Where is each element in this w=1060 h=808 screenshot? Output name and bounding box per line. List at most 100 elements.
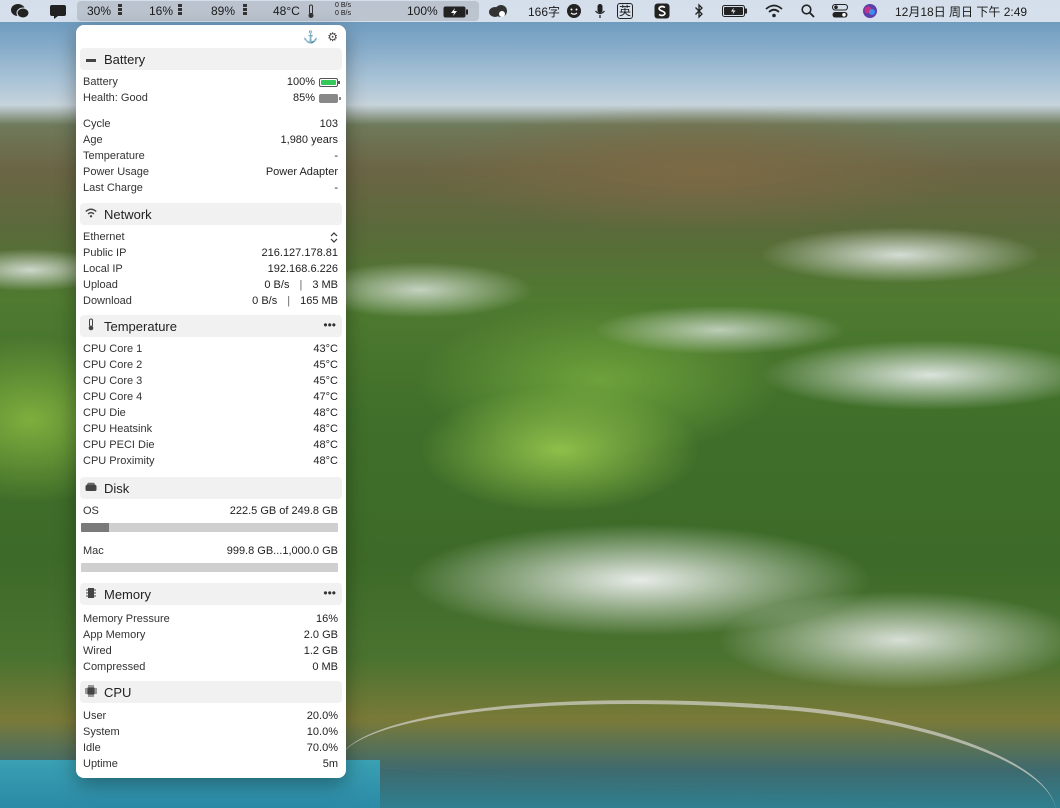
wechat-icon[interactable] (10, 0, 30, 22)
cpu-section-title: CPU (104, 684, 132, 700)
interface-row[interactable]: Ethernet (83, 229, 338, 245)
siri-icon[interactable] (862, 0, 878, 22)
sogou-icon[interactable] (654, 0, 670, 22)
download-rate: 0 B/s (252, 295, 278, 307)
memory-pressure-value: 16% (315, 613, 338, 625)
net-upload-rate: 0 B/s (335, 2, 351, 9)
temperature-sensor-row: CPU Core 3 45°C (83, 373, 338, 389)
sensor-value: 48°C (313, 455, 338, 467)
uptime-label: Uptime (83, 758, 118, 770)
cpu-idle-row: Idle 70.0% (83, 740, 338, 756)
uptime-value: 5m (322, 758, 338, 770)
disk-os-usage: 222.5 GB of 249.8 GB (229, 505, 338, 517)
cpu-user-row: User 20.0% (83, 708, 338, 724)
upload-rate: 0 B/s (264, 279, 290, 291)
battery-section-icon: ▬ (86, 53, 96, 65)
wired-memory-label: Wired (83, 645, 112, 657)
control-center-icon[interactable] (832, 0, 848, 22)
last-charge-value: - (334, 182, 338, 194)
memory-section-title: Memory (104, 586, 151, 602)
sensor-value: 47°C (313, 391, 338, 403)
battery-section-header[interactable]: ▬ Battery (80, 48, 342, 70)
memory-bars-icon (243, 4, 247, 15)
temperature-sensor-row: CPU Die 48°C (83, 405, 338, 421)
disk-section-header[interactable]: Disk (80, 477, 342, 499)
wifi-icon[interactable] (765, 0, 783, 22)
gpu-usage: 16% (149, 4, 174, 18)
net-download-rate: 0 B/s (335, 10, 351, 17)
cpu-system-value: 10.0% (306, 726, 338, 738)
compressed-memory-value: 0 MB (312, 661, 338, 673)
public-ip-row: Public IP 216.127.178.81 (83, 245, 338, 261)
sensor-name: CPU Core 3 (83, 375, 143, 387)
cpu-user-label: User (83, 710, 107, 722)
battery-percent: 100% (407, 4, 438, 18)
battery-icon[interactable] (722, 0, 748, 22)
ime-label: 英 (617, 3, 634, 19)
popover-toolbar: ⚓ ⚙ (76, 25, 346, 50)
cycle-label: Cycle (83, 118, 111, 130)
sensor-value: 45°C (313, 375, 338, 387)
age-value: 1,980 years (280, 134, 338, 146)
battery-temperature-value: - (334, 150, 338, 162)
interface-label: Ethernet (83, 231, 125, 243)
battery-value: 100% (286, 76, 315, 88)
download-row: Download 0 B/s | 165 MB (83, 293, 338, 309)
more-icon[interactable]: ••• (323, 318, 336, 332)
last-charge-label: Last Charge (83, 182, 143, 194)
cpu-bars-icon (118, 4, 122, 15)
cpu-section-header[interactable]: CPU (80, 681, 342, 703)
temperature-reading: 48°C (273, 4, 300, 18)
local-ip-value[interactable]: 192.168.6.226 (268, 261, 338, 277)
cpu-system-row: System 10.0% (83, 724, 338, 740)
stats-menu-item[interactable]: 30% 16% 89% 48°C 0 B/s 0 B/s 100% (77, 1, 479, 21)
memory-usage: 89% (211, 4, 236, 18)
cloud-icon[interactable] (487, 0, 509, 22)
stats-popover: ⚓ ⚙ ▬ Battery Battery 100% Health: Good … (76, 25, 346, 778)
temperature-section-header[interactable]: Temperature ••• (80, 315, 342, 337)
local-ip-label: Local IP (83, 263, 123, 275)
last-charge-row: Last Charge - (83, 180, 338, 196)
interface-select-chevron-icon[interactable] (330, 231, 338, 243)
sensor-name: CPU Core 4 (83, 391, 143, 403)
uptime-row: Uptime 5m (83, 756, 338, 772)
thermometer-icon (307, 4, 315, 22)
search-icon[interactable] (801, 0, 815, 22)
download-label: Download (83, 295, 132, 307)
sensor-name: CPU PECI Die (83, 439, 155, 451)
cpu-user-value: 20.0% (306, 710, 338, 722)
upload-row: Upload 0 B/s | 3 MB (83, 277, 338, 293)
anchor-icon[interactable]: ⚓ (303, 30, 318, 44)
app-memory-row: App Memory 2.0 GB (83, 627, 338, 643)
bluetooth-icon[interactable] (694, 0, 704, 22)
power-usage-value: Power Adapter (265, 166, 338, 178)
gear-icon[interactable]: ⚙ (327, 30, 338, 44)
sensor-value: 48°C (313, 439, 338, 451)
download-total: 165 MB (300, 295, 338, 307)
wifi-section-icon (84, 208, 98, 221)
network-section-header[interactable]: Network (80, 203, 342, 225)
temperature-sensor-row: CPU PECI Die 48°C (83, 437, 338, 453)
app-memory-value: 2.0 GB (303, 629, 338, 641)
temperature-sensor-row: CPU Proximity 48°C (83, 453, 338, 469)
memory-section-header[interactable]: Memory ••• (80, 583, 342, 605)
sensor-name: CPU Heatsink (83, 423, 153, 435)
wired-memory-value: 1.2 GB (303, 645, 338, 657)
temperature-sensor-row: CPU Heatsink 48°C (83, 421, 338, 437)
cpu-system-label: System (83, 726, 120, 738)
chat-icon[interactable] (48, 0, 68, 22)
public-ip-value[interactable]: 216.127.178.81 (262, 245, 338, 261)
disk-os-usage-bar (81, 523, 338, 532)
microphone-icon[interactable] (594, 0, 606, 22)
date-time[interactable]: 12月18日 周日 下午 2:49 (895, 0, 1027, 22)
battery-label: Battery (83, 76, 118, 88)
word-count[interactable]: 166字 (528, 0, 560, 22)
wired-memory-row: Wired 1.2 GB (83, 643, 338, 659)
temperature-section-title: Temperature (104, 318, 177, 334)
sensor-name: CPU Core 1 (83, 343, 143, 355)
emoji-icon[interactable] (566, 0, 582, 22)
upload-label: Upload (83, 279, 118, 291)
input-method[interactable]: 英 (617, 0, 634, 22)
cpu-idle-label: Idle (83, 742, 101, 754)
more-icon[interactable]: ••• (323, 586, 336, 600)
